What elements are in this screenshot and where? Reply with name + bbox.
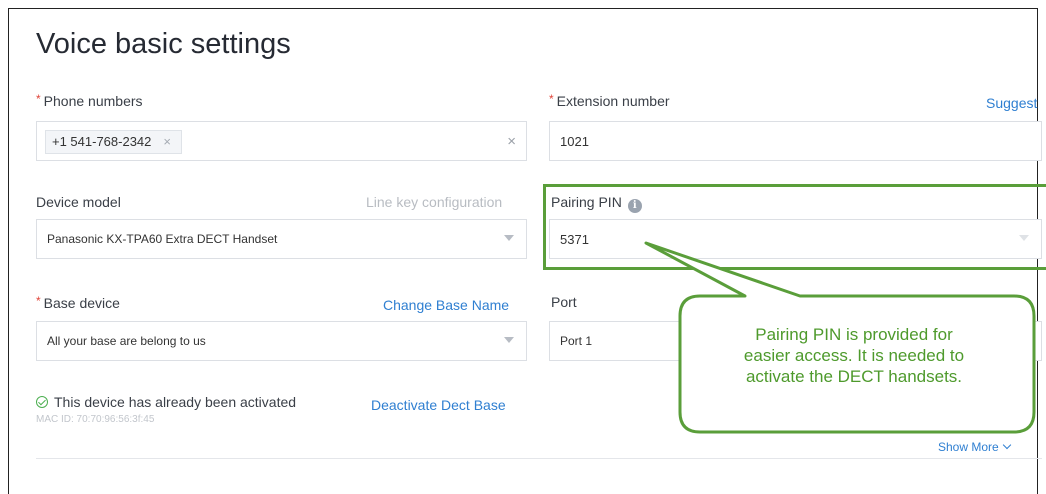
required-marker: * [549, 92, 554, 106]
mac-id: MAC ID: 70:70:96:56:3f:45 [36, 414, 155, 425]
line-key-configuration-link[interactable]: Line key configuration [366, 194, 502, 210]
activation-status: This device has already been activated [36, 394, 296, 410]
extension-label: * Extension number [549, 92, 670, 109]
phone-number-chip-label: +1 541-768-2342 [52, 134, 152, 149]
deactivate-dect-base-link[interactable]: Deactivate Dect Base [371, 397, 506, 413]
clear-icon[interactable]: × [507, 133, 516, 150]
phone-numbers-label: * Phone numbers [36, 92, 143, 109]
port-label: Port [551, 294, 577, 310]
base-device-select[interactable]: All your base are belong to us [36, 321, 527, 361]
device-model-select[interactable]: Panasonic KX-TPA60 Extra DECT Handset [36, 219, 527, 259]
base-device-value: All your base are belong to us [47, 334, 206, 348]
required-marker: * [36, 92, 41, 106]
callout-line: easier access. It is needed to [743, 346, 965, 365]
phone-number-chip: +1 541-768-2342 × [45, 130, 182, 154]
phone-numbers-input[interactable]: +1 541-768-2342 × × [36, 121, 527, 161]
port-value: Port 1 [560, 334, 593, 348]
check-circle-icon [36, 396, 48, 408]
extension-input[interactable]: 1021 [549, 121, 1042, 161]
extension-value: 1021 [560, 134, 589, 149]
device-model-label: Device model [36, 194, 121, 210]
divider [36, 458, 1042, 459]
dropdown-caret-icon [504, 235, 514, 241]
page-title: Voice basic settings [36, 28, 291, 60]
required-marker: * [36, 294, 41, 308]
callout-text: Pairing PIN is provided for easier acces… [684, 324, 1024, 387]
chevron-down-icon [1002, 440, 1011, 450]
dropdown-caret-icon [504, 337, 514, 343]
device-model-value: Panasonic KX-TPA60 Extra DECT Handset [47, 232, 278, 246]
suggest-link[interactable]: Suggest [986, 95, 1037, 111]
callout-line: Pairing PIN is provided for [755, 325, 953, 344]
show-more-link[interactable]: Show More [938, 440, 1011, 454]
chip-remove-icon[interactable]: × [163, 134, 171, 149]
callout-line: activate the DECT handsets. [745, 367, 963, 386]
pairing-pin-highlight [543, 184, 1046, 270]
base-device-label: * Base device [36, 294, 120, 311]
change-base-name-link[interactable]: Change Base Name [383, 297, 509, 313]
